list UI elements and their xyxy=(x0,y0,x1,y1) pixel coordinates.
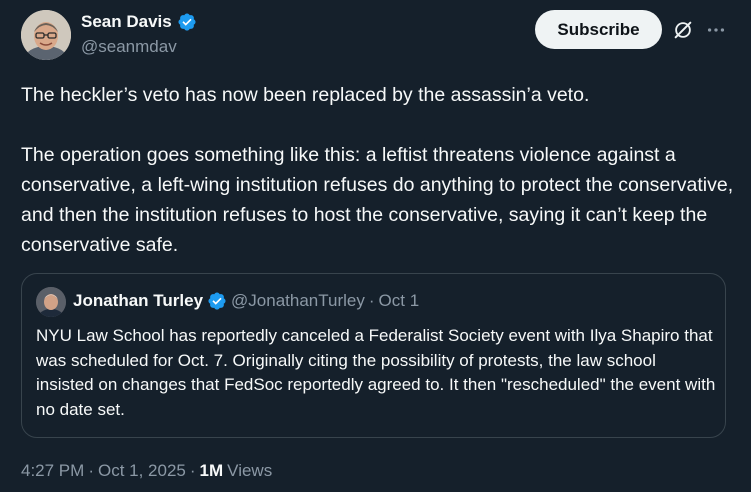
quoted-date[interactable]: Oct 1 xyxy=(379,291,420,311)
quoted-author-avatar[interactable] xyxy=(36,287,66,317)
meta-separator: · xyxy=(88,461,94,480)
quoted-tweet[interactable]: Jonathan Turley @JonathanTurley · Oct 1 … xyxy=(21,273,726,438)
tweet: Sean Davis @seanmdav Subscribe The heckl… xyxy=(0,0,751,492)
quoted-header: Jonathan Turley @JonathanTurley · Oct 1 xyxy=(73,291,419,311)
author-avatar[interactable] xyxy=(21,10,71,60)
tweet-paragraph: The heckler’s veto has now been replaced… xyxy=(21,84,590,106)
tweet-text: The heckler’s veto has now been replaced… xyxy=(21,80,736,260)
grok-icon[interactable] xyxy=(672,19,694,41)
verified-badge-icon[interactable] xyxy=(177,12,197,32)
author-name-row: Sean Davis xyxy=(81,11,197,33)
verified-badge-icon[interactable] xyxy=(207,291,227,311)
author-name[interactable]: Sean Davis xyxy=(81,12,172,32)
quoted-author-name[interactable]: Jonathan Turley xyxy=(73,291,203,311)
subscribe-button[interactable]: Subscribe xyxy=(535,10,662,49)
quoted-separator: · xyxy=(368,291,375,310)
author-handle[interactable]: @seanmdav xyxy=(81,37,197,57)
author-info: Sean Davis @seanmdav xyxy=(81,11,197,57)
tweet-meta: 4:27 PM · Oct 1, 2025 · 1M Views xyxy=(21,461,272,481)
meta-separator: · xyxy=(189,461,196,480)
tweet-time[interactable]: 4:27 PM xyxy=(21,461,84,481)
tweet-date[interactable]: Oct 1, 2025 xyxy=(98,461,186,481)
views-label: Views xyxy=(227,461,273,480)
more-icon[interactable] xyxy=(705,19,727,41)
quoted-author-handle[interactable]: @JonathanTurley xyxy=(231,291,365,311)
quoted-text: NYU Law School has reportedly canceled a… xyxy=(36,326,716,419)
tweet-paragraph: The operation goes something like this: … xyxy=(21,144,734,256)
views-count: 1M xyxy=(199,461,224,480)
